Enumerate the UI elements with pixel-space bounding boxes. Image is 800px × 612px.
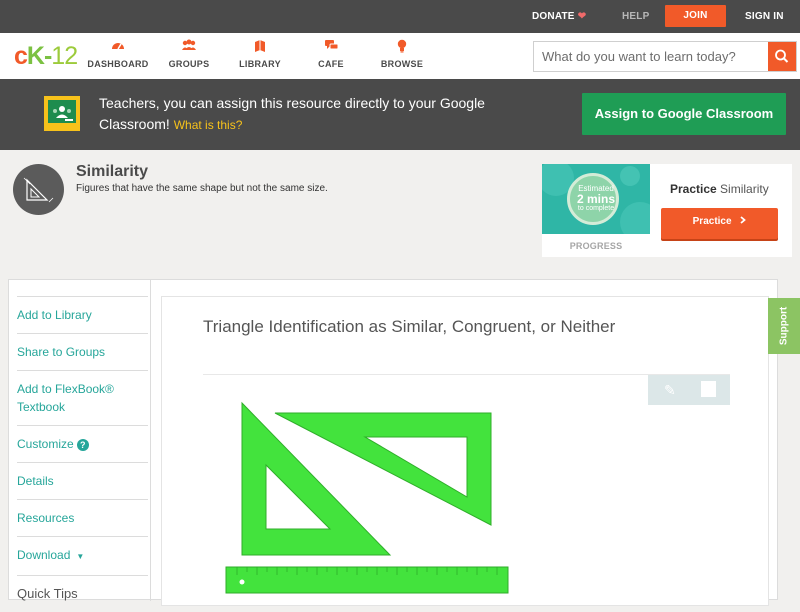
help-icon[interactable]: ?: [76, 439, 89, 451]
progress-label: PROGRESS: [569, 241, 623, 251]
progress-estimate-badge: Estimated 2 mins to complete: [542, 164, 650, 234]
what-is-this-link[interactable]: What is this?: [174, 118, 243, 132]
nav-dashboard[interactable]: DASHBOARD: [82, 39, 154, 69]
resource-content: Triangle Identification as Similar, Cong…: [161, 296, 769, 606]
nav-groups[interactable]: GROUPS: [153, 39, 225, 69]
groups-icon: [153, 39, 225, 55]
nav-library[interactable]: LIBRARY: [224, 39, 296, 69]
add-to-library-link[interactable]: Add to Library: [17, 296, 148, 333]
chevron-right-icon: [740, 216, 747, 227]
search-box: [533, 41, 797, 72]
add-to-flexbook-link[interactable]: Add to FlexBook® Textbook: [17, 370, 148, 425]
help-link[interactable]: HELP: [622, 0, 649, 33]
practice-button[interactable]: Practice: [661, 208, 778, 239]
quick-tips-heading: Quick Tips: [17, 575, 148, 612]
assign-to-google-classroom-button[interactable]: Assign to Google Classroom: [582, 93, 786, 135]
similarity-concept-icon: [13, 164, 64, 215]
join-button[interactable]: JOIN: [665, 5, 726, 27]
heart-icon: ❤: [577, 11, 587, 22]
google-classroom-banner: Teachers, you can assign this resource d…: [0, 79, 800, 150]
search-input[interactable]: [534, 42, 768, 71]
pencil-icon[interactable]: ✎: [664, 382, 676, 399]
download-link[interactable]: Download ▼: [17, 536, 148, 575]
details-link[interactable]: Details: [17, 462, 148, 499]
resources-link[interactable]: Resources: [17, 499, 148, 536]
concept-subtitle: Figures that have the same shape but not…: [76, 183, 328, 194]
google-classroom-icon: [44, 96, 80, 131]
sidebar-divider: [150, 280, 151, 601]
browse-icon: [366, 39, 438, 55]
cafe-icon: [295, 39, 367, 55]
donate-link[interactable]: DONATE ❤: [532, 0, 586, 33]
search-button[interactable]: [768, 42, 796, 71]
top-bar: DONATE ❤ HELP JOIN SIGN IN: [0, 0, 800, 33]
nav-cafe[interactable]: CAFE: [295, 39, 367, 69]
triangles-figure: [217, 399, 517, 604]
donate-label: DONATE: [532, 11, 575, 22]
resource-toolbar: ✎: [648, 375, 730, 405]
main-nav: cK-12 DASHBOARD GROUPS LIBRARY CAFE BROW…: [0, 33, 800, 79]
support-tab[interactable]: Support: [768, 298, 800, 354]
share-to-groups-link[interactable]: Share to Groups: [17, 333, 148, 370]
concept-title: Similarity: [76, 163, 149, 180]
search-icon: [775, 49, 789, 63]
customize-link[interactable]: Customize?: [17, 425, 148, 462]
practice-card: Estimated 2 mins to complete PROGRESS Pr…: [542, 164, 792, 257]
caret-down-icon: ▼: [76, 552, 85, 561]
resource-title: Triangle Identification as Similar, Cong…: [203, 317, 616, 336]
dashboard-icon: [82, 39, 154, 55]
library-icon: [224, 39, 296, 55]
triangle-rulers-illustration: [225, 401, 509, 594]
resource-panel: Add to Library Share to Groups Add to Fl…: [8, 279, 778, 606]
ck12-logo[interactable]: cK-12: [14, 43, 78, 69]
sign-in-link[interactable]: SIGN IN: [745, 0, 784, 33]
classroom-message: Teachers, you can assign this resource d…: [99, 95, 485, 132]
nav-browse[interactable]: BROWSE: [366, 39, 438, 69]
resource-sidebar: Add to Library Share to Groups Add to Fl…: [17, 296, 148, 612]
practice-title: Practice Similarity: [670, 182, 769, 196]
notes-icon[interactable]: [701, 381, 716, 397]
